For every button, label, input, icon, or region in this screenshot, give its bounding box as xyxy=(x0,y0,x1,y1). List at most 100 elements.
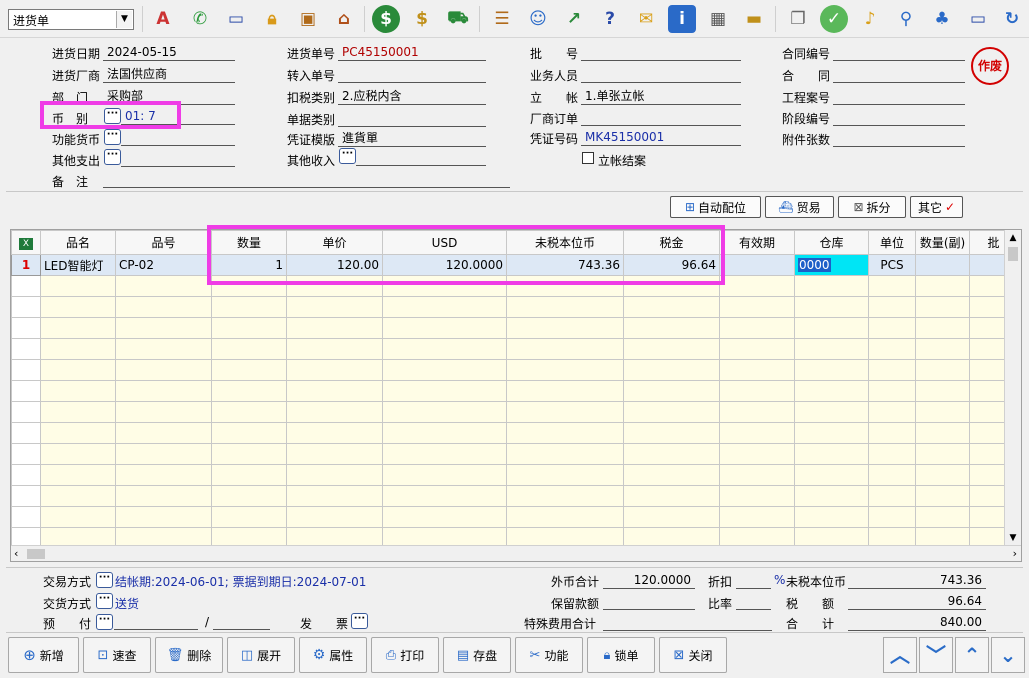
empty-cell[interactable] xyxy=(11,359,41,381)
calculator-icon[interactable]: ▦ xyxy=(704,5,732,33)
empty-cell[interactable] xyxy=(915,380,970,402)
func-currency-field[interactable] xyxy=(121,129,235,146)
vendor-field[interactable]: 法国供应商 xyxy=(103,66,235,83)
empty-cell[interactable] xyxy=(506,485,624,507)
empty-cell[interactable] xyxy=(506,275,624,297)
empty-cell[interactable] xyxy=(382,338,507,360)
folder-icon[interactable]: ▬ xyxy=(740,5,768,33)
empty-cell[interactable] xyxy=(719,485,795,507)
col-header[interactable]: 税金 xyxy=(623,230,720,255)
empty-cell[interactable] xyxy=(11,464,41,486)
empty-cell[interactable] xyxy=(11,443,41,465)
project-field[interactable] xyxy=(833,88,965,105)
stage-field[interactable] xyxy=(833,109,965,126)
empty-cell[interactable] xyxy=(623,506,720,528)
table-row[interactable]: 1 LED智能灯 CP-02 1 120.00 120.0000 743.36 … xyxy=(11,254,1018,276)
empty-cell[interactable] xyxy=(286,485,383,507)
dollar-icon[interactable]: $ xyxy=(372,5,400,33)
func-button[interactable]: ✂ 功能 xyxy=(515,637,583,673)
empty-cell[interactable] xyxy=(40,443,116,465)
clipboard-icon[interactable]: ☰ xyxy=(488,5,516,33)
cell-expiry[interactable] xyxy=(719,254,795,276)
close-checkbox[interactable] xyxy=(582,152,594,164)
empty-cell[interactable] xyxy=(115,464,212,486)
fx-total-field[interactable]: 120.0000 xyxy=(603,572,695,589)
empty-cell[interactable] xyxy=(115,443,212,465)
empty-cell[interactable] xyxy=(11,296,41,318)
first-record-icon[interactable]: ⌃ xyxy=(955,637,989,673)
attach-field[interactable] xyxy=(833,130,965,147)
mail-icon[interactable]: ✉ xyxy=(632,5,660,33)
new-button[interactable]: ⊕ 新增 xyxy=(8,637,79,673)
retention-field[interactable] xyxy=(603,593,695,610)
special-fee-field[interactable] xyxy=(603,614,772,631)
empty-cell[interactable] xyxy=(623,464,720,486)
empty-cell[interactable] xyxy=(40,275,116,297)
prepay-field-2[interactable] xyxy=(213,613,270,630)
empty-cell[interactable] xyxy=(506,506,624,528)
discount-field[interactable] xyxy=(736,572,771,589)
empty-cell[interactable] xyxy=(382,422,507,444)
empty-cell[interactable] xyxy=(286,443,383,465)
empty-cell[interactable] xyxy=(211,317,287,339)
empty-cell[interactable] xyxy=(40,485,116,507)
empty-cell[interactable] xyxy=(115,485,212,507)
empty-cell[interactable] xyxy=(115,380,212,402)
empty-cell[interactable] xyxy=(623,443,720,465)
empty-cell[interactable] xyxy=(506,359,624,381)
cell-name[interactable]: LED智能灯 xyxy=(40,254,116,276)
empty-cell[interactable] xyxy=(623,359,720,381)
empty-cell[interactable] xyxy=(40,338,116,360)
empty-cell[interactable] xyxy=(382,380,507,402)
empty-cell[interactable] xyxy=(915,317,970,339)
rate-field[interactable] xyxy=(736,593,771,610)
empty-cell[interactable] xyxy=(286,422,383,444)
cell-warehouse[interactable]: 0000 xyxy=(794,254,869,276)
empty-cell[interactable] xyxy=(915,485,970,507)
batch-field[interactable] xyxy=(581,44,741,61)
empty-cell[interactable] xyxy=(915,506,970,528)
empty-cell[interactable] xyxy=(915,422,970,444)
empty-cell[interactable] xyxy=(211,380,287,402)
spellcheck-icon[interactable]: A xyxy=(149,5,177,33)
empty-cell[interactable] xyxy=(719,401,795,423)
auto-alloc-button[interactable]: ⊞ 自动配位 xyxy=(670,196,761,218)
base-untaxed-field[interactable]: 743.36 xyxy=(848,572,986,589)
cell-tax[interactable]: 96.64 xyxy=(623,254,720,276)
col-header[interactable]: 数量 xyxy=(211,230,287,255)
empty-cell[interactable] xyxy=(915,359,970,381)
empty-cell[interactable] xyxy=(211,359,287,381)
empty-cell[interactable] xyxy=(286,359,383,381)
empty-cell[interactable] xyxy=(915,275,970,297)
empty-cell[interactable] xyxy=(286,464,383,486)
remark-field[interactable] xyxy=(103,171,510,188)
tax-total-field[interactable]: 96.64 xyxy=(848,593,986,610)
empty-cell[interactable] xyxy=(506,422,624,444)
empty-cell[interactable] xyxy=(868,464,916,486)
empty-cell[interactable] xyxy=(623,422,720,444)
empty-row[interactable] xyxy=(11,359,1018,381)
monitor-icon[interactable]: ▭ xyxy=(964,5,992,33)
print-button[interactable]: ⎙ 打印 xyxy=(371,637,439,673)
empty-cell[interactable] xyxy=(382,401,507,423)
chevron-down-icon[interactable]: ▼ xyxy=(116,11,132,28)
empty-row[interactable] xyxy=(11,506,1018,528)
empty-cell[interactable] xyxy=(115,422,212,444)
empty-cell[interactable] xyxy=(11,380,41,402)
date-field[interactable]: 2024-05-15 xyxy=(103,44,235,61)
empty-cell[interactable] xyxy=(794,443,869,465)
empty-cell[interactable] xyxy=(115,359,212,381)
empty-cell[interactable] xyxy=(794,359,869,381)
trade-method-picker-button[interactable]: ··· xyxy=(96,572,113,588)
delivery-picker-button[interactable]: ··· xyxy=(96,593,113,609)
empty-cell[interactable] xyxy=(868,275,916,297)
empty-cell[interactable] xyxy=(286,506,383,528)
voucher-no-field[interactable]: MK45150001 xyxy=(581,129,741,146)
empty-cell[interactable] xyxy=(115,338,212,360)
empty-cell[interactable] xyxy=(623,380,720,402)
save-button[interactable]: ▤ 存盘 xyxy=(443,637,511,673)
transfer-no-field[interactable] xyxy=(338,66,486,83)
tax-type-field[interactable]: 2.应税内含 xyxy=(338,88,486,105)
help-doc-icon[interactable]: ? xyxy=(596,5,624,33)
empty-cell[interactable] xyxy=(11,422,41,444)
